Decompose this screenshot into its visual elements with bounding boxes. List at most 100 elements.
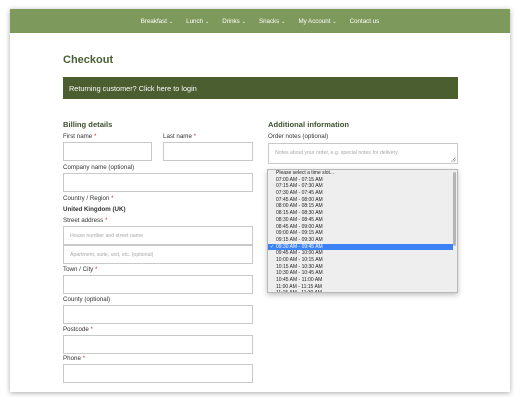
- option-label: 07:45 AM - 08:00 AM: [276, 196, 323, 203]
- county-field[interactable]: [63, 305, 253, 324]
- required-mark: *: [95, 266, 98, 273]
- nav-item-drinks[interactable]: Drinks ⌄: [222, 18, 246, 25]
- time-slot-option[interactable]: 07:45 AM - 08:00 AM: [268, 197, 453, 204]
- time-slot-option[interactable]: 08:30 AM - 08:45 AM: [268, 217, 453, 224]
- option-label: 07:00 AM - 07:15 AM: [276, 176, 323, 183]
- nav-item-label: My Account: [298, 17, 331, 25]
- phone-label: Phone *: [63, 355, 85, 362]
- option-label: 11:15 AM - 11:30 AM: [276, 290, 322, 292]
- main-nav: Breakfast ⌄ Lunch ⌄ Drinks ⌄ Snacks ⌄ My Acc…: [10, 9, 510, 33]
- time-slot-option[interactable]: ✓ 09:30 AM - 09:45 AM: [268, 243, 453, 251]
- option-label: 09:45 AM - 10:00 AM: [276, 250, 323, 257]
- option-label: 10:15 AM - 10:30 AM: [276, 263, 323, 270]
- time-slot-option[interactable]: 07:30 AM - 07:45 AM: [268, 190, 453, 197]
- nav-item-label: Contact us: [349, 17, 380, 25]
- order-notes-field[interactable]: Notes about your order, e.g. special not…: [268, 143, 458, 164]
- label-text: Country / Region: [63, 195, 110, 202]
- label-text: Last name: [163, 133, 192, 140]
- street-address-field-1[interactable]: House number and street name: [63, 226, 253, 245]
- required-mark: *: [93, 133, 97, 140]
- chevron-down-icon: ⌄: [241, 18, 246, 25]
- option-label: 10:30 AM - 10:45 AM: [276, 270, 323, 277]
- phone-field[interactable]: [63, 364, 253, 383]
- resize-handle-icon[interactable]: [451, 157, 456, 162]
- chevron-down-icon: ⌄: [168, 18, 174, 25]
- option-label: 08:30 AM - 08:45 AM: [276, 216, 323, 223]
- town-city-label: Town / City *: [63, 266, 97, 273]
- chevron-down-icon: ⌄: [332, 18, 337, 25]
- last-name-label: Last name *: [163, 133, 196, 140]
- order-notes-placeholder: Notes about your order, e.g. special not…: [275, 150, 399, 156]
- time-slot-option[interactable]: 09:45 AM - 10:00 AM: [268, 250, 453, 257]
- first-name-field[interactable]: [63, 142, 152, 161]
- nav-item-contact-us[interactable]: Contact us: [350, 18, 380, 25]
- time-slot-option[interactable]: 09:15 AM - 09:30 AM: [268, 237, 453, 244]
- street-address-label: Street address *: [63, 217, 107, 224]
- required-mark: *: [82, 355, 86, 362]
- nav-item-snacks[interactable]: Snacks ⌄: [259, 18, 286, 25]
- option-label: 09:15 AM - 09:30 AM: [276, 236, 323, 243]
- option-label: 10:00 AM - 10:15 AM: [276, 256, 323, 263]
- time-slot-option[interactable]: 08:00 AM - 08:15 AM: [268, 203, 453, 210]
- order-notes-label: Order notes (optional): [268, 133, 329, 140]
- option-label: 08:15 AM - 08:30 AM: [276, 210, 323, 217]
- time-slot-option[interactable]: 11:15 AM - 11:30 AM: [268, 290, 453, 292]
- last-name-field[interactable]: [163, 142, 253, 161]
- town-city-field[interactable]: [63, 275, 253, 294]
- additional-info-heading: Additional information: [268, 120, 349, 129]
- postcode-label: Postcode *: [63, 326, 93, 333]
- time-slot-list: Please select a time slot... 07:00 AM - 0…: [268, 170, 457, 292]
- option-label: 08:00 AM - 08:15 AM: [276, 203, 323, 210]
- nav-item-label: Snacks: [258, 17, 280, 25]
- chevron-down-icon: ⌄: [204, 18, 210, 25]
- page-title: Checkout: [63, 54, 114, 66]
- option-label: 07:30 AM - 07:45 AM: [276, 190, 323, 197]
- option-label: 09:30 AM - 09:45 AM: [276, 243, 323, 250]
- country-value: United Kingdom (UK): [63, 206, 126, 213]
- checkmark-icon: ✓: [270, 243, 275, 250]
- nav-item-lunch[interactable]: Lunch ⌄: [186, 18, 209, 25]
- time-slot-option[interactable]: 08:45 AM - 09:00 AM: [268, 224, 453, 231]
- company-field[interactable]: [63, 173, 253, 192]
- label-text: Phone: [63, 355, 81, 362]
- label-text: Street address: [63, 217, 104, 224]
- label-text: Town / City: [63, 266, 94, 273]
- time-slot-option[interactable]: 07:00 AM - 07:15 AM: [268, 177, 453, 184]
- option-label: 09:00 AM - 09:15 AM: [276, 230, 323, 237]
- time-slot-option[interactable]: 10:30 AM - 10:45 AM: [268, 270, 453, 277]
- time-slot-option[interactable]: 10:00 AM - 10:15 AM: [268, 257, 453, 264]
- postcode-field[interactable]: [63, 335, 253, 354]
- time-slot-option[interactable]: 10:45 AM - 11:00 AM: [268, 277, 453, 284]
- nav-item-breakfast[interactable]: Breakfast ⌄: [141, 18, 173, 25]
- nav-item-my-account[interactable]: My Account ⌄: [298, 18, 336, 25]
- country-label: Country / Region *: [63, 195, 114, 202]
- company-label: Company name (optional): [63, 164, 135, 171]
- required-mark: *: [104, 217, 108, 224]
- label-text: Postcode: [63, 326, 89, 333]
- chevron-down-icon: ⌄: [281, 18, 286, 25]
- time-slot-option[interactable]: 11:00 AM - 11:15 AM: [268, 284, 453, 291]
- option-label: 08:45 AM - 09:00 AM: [276, 223, 323, 230]
- option-label: 10:45 AM - 11:00 AM: [276, 277, 323, 283]
- returning-customer-login-link[interactable]: Returning customer? Click here to login: [63, 77, 458, 99]
- nav-item-label: Drinks: [222, 17, 240, 25]
- county-label: County (optional): [63, 296, 111, 303]
- time-slot-placeholder-option[interactable]: Please select a time slot...: [268, 170, 453, 177]
- required-mark: *: [111, 195, 114, 202]
- first-name-label: First name *: [63, 133, 96, 140]
- dropdown-scrollbar[interactable]: [453, 172, 456, 246]
- option-label: 07:15 AM - 07:30 AM: [276, 183, 323, 190]
- nav-item-label: Breakfast: [140, 17, 167, 25]
- nav-item-label: Lunch: [186, 17, 203, 25]
- time-slot-dropdown[interactable]: Please select a time slot... 07:00 AM - 0…: [267, 169, 458, 293]
- time-slot-option[interactable]: 09:00 AM - 09:15 AM: [268, 230, 453, 237]
- browser-page: Breakfast ⌄ Lunch ⌄ Drinks ⌄ Snacks ⌄ My Acc…: [10, 9, 510, 392]
- time-slot-option[interactable]: 08:15 AM - 08:30 AM: [268, 210, 453, 217]
- billing-heading: Billing details: [63, 120, 113, 129]
- required-mark: *: [193, 133, 197, 140]
- required-mark: *: [90, 326, 93, 333]
- time-slot-option[interactable]: 07:15 AM - 07:30 AM: [268, 183, 453, 190]
- street-address-field-2[interactable]: Apartment, suite, unit, etc. (optional): [63, 245, 253, 264]
- option-label: 11:00 AM - 11:15 AM: [276, 283, 322, 290]
- time-slot-option[interactable]: 10:15 AM - 10:30 AM: [268, 264, 453, 271]
